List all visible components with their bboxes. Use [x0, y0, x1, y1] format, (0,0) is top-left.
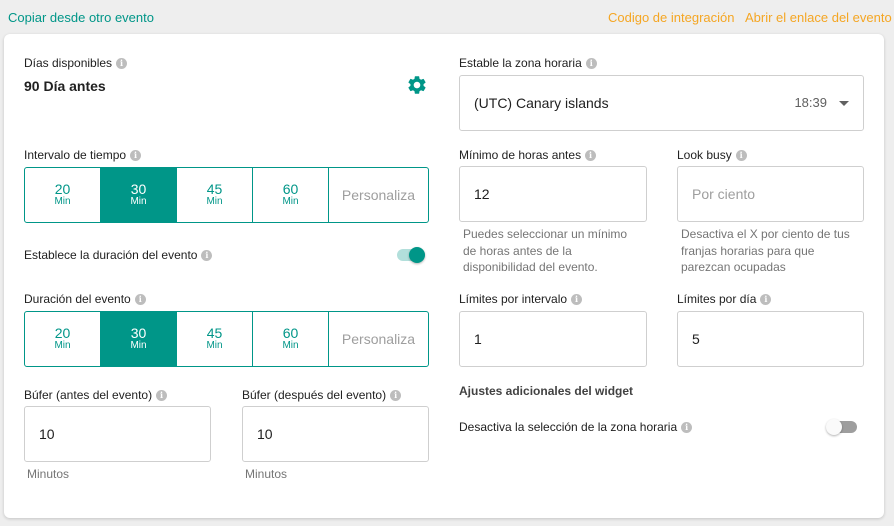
look-busy-input[interactable]: Por ciento: [677, 166, 864, 222]
info-icon[interactable]: i: [585, 57, 597, 69]
timezone-select[interactable]: (UTC) Canary islands 18:39: [459, 75, 864, 131]
event-duration-option-30[interactable]: 30 Min: [101, 312, 177, 366]
buffer-before-input[interactable]: 10: [24, 406, 211, 462]
event-settings-card: Días disponibles i 90 Día antes Estable l…: [4, 34, 884, 518]
copy-from-event-link[interactable]: Copiar desde otro evento: [8, 10, 154, 25]
time-interval-option-30[interactable]: 30 Min: [101, 168, 177, 222]
time-interval-option-45[interactable]: 45 Min: [177, 168, 253, 222]
info-icon[interactable]: i: [571, 293, 583, 305]
disable-timezone-label: Desactiva la selección de la zona horari…: [459, 420, 693, 434]
limit-interval-input[interactable]: 1: [459, 311, 647, 367]
time-interval-label: Intervalo de tiempo i: [24, 148, 142, 162]
info-icon[interactable]: i: [760, 293, 772, 305]
limit-day-input[interactable]: 5: [677, 311, 864, 367]
chevron-down-icon: [839, 101, 849, 106]
time-interval-custom[interactable]: Personaliza: [329, 168, 428, 222]
available-days-value: 90 Día antes: [24, 78, 106, 94]
info-icon[interactable]: i: [735, 149, 747, 161]
timezone-label: Estable la zona horaria i: [459, 56, 597, 70]
min-hours-hint: Puedes seleccionar un mínimo de horas an…: [463, 227, 628, 274]
limit-day-label: Límites por día i: [677, 292, 772, 306]
info-icon[interactable]: i: [130, 149, 142, 161]
available-days-label: Días disponibles i: [24, 56, 128, 70]
info-icon[interactable]: i: [116, 57, 128, 69]
integration-code-link[interactable]: Codigo de integración: [608, 10, 734, 25]
info-icon[interactable]: i: [134, 293, 146, 305]
buffer-after-input[interactable]: 10: [242, 406, 429, 462]
time-interval-selector: 20 Min 30 Min 45 Min 60 Min Personaliza: [24, 167, 429, 223]
info-icon[interactable]: i: [201, 249, 213, 261]
info-icon[interactable]: i: [156, 389, 168, 401]
buffer-after-label: Búfer (después del evento) i: [242, 388, 402, 402]
event-duration-option-60[interactable]: 60 Min: [253, 312, 329, 366]
event-duration-option-20[interactable]: 20 Min: [25, 312, 101, 366]
set-duration-label: Establece la duración del evento i: [24, 248, 213, 262]
time-interval-option-20[interactable]: 20 Min: [25, 168, 101, 222]
info-icon[interactable]: i: [390, 389, 402, 401]
timezone-time: 18:39: [794, 95, 827, 110]
buffer-after-unit: Minutos: [245, 467, 288, 481]
time-interval-option-60[interactable]: 60 Min: [253, 168, 329, 222]
event-duration-label: Duración del evento i: [24, 292, 146, 306]
widget-settings-title: Ajustes adicionales del widget: [459, 384, 634, 398]
info-icon[interactable]: i: [585, 149, 597, 161]
buffer-before-unit: Minutos: [27, 467, 70, 481]
open-event-link[interactable]: Abrir el enlace del evento: [745, 10, 892, 25]
limit-interval-label: Límites por intervalo i: [459, 292, 583, 306]
disable-timezone-toggle[interactable]: [826, 416, 858, 438]
set-duration-toggle[interactable]: [396, 244, 426, 266]
min-hours-label: Mínimo de horas antes i: [459, 148, 597, 162]
buffer-before-label: Búfer (antes del evento) i: [24, 388, 168, 402]
event-duration-custom[interactable]: Personaliza: [329, 312, 428, 366]
event-duration-selector: 20 Min 30 Min 45 Min 60 Min Personaliza: [24, 311, 429, 367]
info-icon[interactable]: i: [681, 421, 693, 433]
gear-icon[interactable]: [406, 74, 428, 96]
min-hours-input[interactable]: 12: [459, 166, 647, 222]
event-duration-option-45[interactable]: 45 Min: [177, 312, 253, 366]
look-busy-label: Look busy i: [677, 148, 747, 162]
timezone-value: (UTC) Canary islands: [474, 95, 609, 111]
look-busy-hint: Desactiva el X por ciento de tus franjas…: [681, 227, 850, 274]
